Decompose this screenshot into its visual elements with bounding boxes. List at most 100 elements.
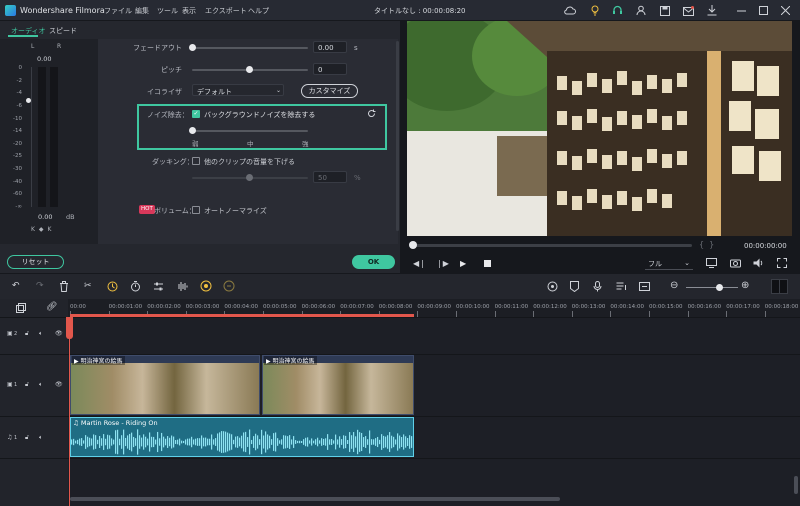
ducking-checkbox[interactable] — [192, 157, 200, 165]
fade-out-slider[interactable] — [192, 47, 308, 49]
volume-fader-knob[interactable] — [26, 98, 31, 103]
voiceover-list-icon[interactable] — [616, 281, 627, 294]
preview-progress-bar[interactable] — [412, 244, 692, 247]
playhead-handle[interactable] — [66, 317, 73, 339]
menu-help[interactable]: ヘルプ — [248, 6, 269, 16]
waveform-bar — [259, 439, 261, 445]
prev-frame-icon[interactable]: ◀❘ — [413, 259, 426, 268]
waveform-bar — [343, 435, 345, 449]
maximize-icon[interactable] — [757, 4, 770, 17]
microphone-icon[interactable] — [593, 281, 602, 294]
menu-tools[interactable]: ツール — [157, 6, 178, 16]
equalizer-select[interactable]: デフォルト — [192, 84, 284, 96]
preview-progress-knob[interactable] — [409, 241, 417, 249]
delete-icon[interactable] — [59, 281, 69, 294]
pitch-value[interactable]: 0 — [313, 63, 347, 75]
tab-speed[interactable]: スピード — [49, 26, 77, 36]
volume-fader-track[interactable] — [26, 67, 32, 207]
waveform-bar — [299, 440, 301, 444]
waveform-bar — [77, 439, 79, 445]
noise-removal-checkbox[interactable]: ✓ — [192, 110, 200, 118]
headset-icon[interactable] — [611, 4, 624, 17]
cloud-icon[interactable] — [563, 4, 576, 17]
noise-level-knob[interactable] — [189, 127, 196, 134]
marker-icon[interactable] — [570, 281, 579, 294]
audio-waveform-icon[interactable] — [176, 281, 188, 294]
timer-icon[interactable] — [130, 281, 141, 294]
close-icon[interactable] — [779, 4, 792, 17]
fade-out-slider-knob[interactable] — [189, 44, 196, 51]
audio-clip-title: ♫ Martin Rose - Riding On — [73, 419, 158, 427]
auto-normalize-checkbox[interactable] — [192, 206, 200, 214]
mark-in-out-icon[interactable]: { } — [699, 240, 714, 249]
download-icon[interactable] — [705, 4, 718, 17]
mail-icon[interactable] — [682, 4, 695, 17]
link-icon[interactable]: 🔗︎ — [46, 302, 57, 312]
timeline-layout-toggle[interactable] — [771, 279, 788, 294]
menu-export[interactable]: エクスポート — [205, 6, 247, 16]
mute-icon[interactable]: 🔈︎ — [39, 381, 43, 389]
cut-icon[interactable]: ✂ — [84, 281, 92, 291]
mute-icon[interactable]: 🔈︎ — [39, 434, 43, 442]
minimize-icon[interactable] — [735, 4, 748, 17]
menu-file[interactable]: ファイル — [104, 6, 132, 16]
play-icon[interactable]: ▶ — [460, 259, 466, 268]
undo-icon[interactable]: ↶ — [12, 281, 20, 291]
snapshot-frame-icon[interactable] — [639, 281, 650, 294]
ruler-label: 00:00:12:00 — [533, 304, 567, 310]
ducking-checkbox-label[interactable]: 他のクリップの音量を下げる — [204, 157, 295, 167]
waveform-bar — [93, 434, 95, 450]
reset-button[interactable]: リセット — [7, 255, 64, 269]
lock-icon[interactable]: 🔓︎ — [25, 434, 29, 442]
zoom-slider[interactable] — [686, 287, 738, 288]
auto-ripple-icon[interactable] — [223, 280, 235, 294]
waveform-bar — [203, 437, 205, 447]
noise-level-slider[interactable] — [192, 130, 308, 132]
account-icon[interactable] — [634, 4, 647, 17]
lock-icon[interactable]: 🔓︎ — [25, 330, 29, 338]
eye-icon[interactable]: 👁︎ — [55, 330, 63, 337]
waveform-bar — [253, 436, 255, 448]
zoom-out-icon[interactable]: ⊖ — [670, 280, 678, 291]
settings-scrollbar[interactable] — [396, 41, 399, 231]
render-preview-icon[interactable] — [706, 258, 717, 270]
customize-button[interactable]: カスタマイズ — [301, 84, 358, 98]
zoom-slider-knob[interactable] — [716, 284, 723, 291]
save-icon[interactable] — [658, 4, 671, 17]
mute-icon[interactable]: 🔈︎ — [39, 330, 43, 338]
adjust-icon[interactable] — [153, 281, 164, 294]
color-match-icon[interactable] — [200, 280, 212, 294]
menu-view[interactable]: 表示 — [182, 6, 196, 16]
volume-icon[interactable] — [753, 258, 764, 270]
reset-noise-icon[interactable] — [367, 109, 376, 120]
eye-icon[interactable]: 👁︎ — [55, 381, 63, 388]
waveform-bar — [209, 438, 211, 446]
ok-button[interactable]: OK — [352, 255, 395, 269]
speed-icon[interactable] — [107, 281, 118, 294]
pitch-slider-knob[interactable] — [246, 66, 253, 73]
zoom-in-icon[interactable]: ⊕ — [741, 280, 749, 291]
lightbulb-icon[interactable] — [588, 4, 601, 17]
noise-removal-checkbox-label[interactable]: バックグラウンドノイズを除去する — [204, 110, 315, 120]
quality-select[interactable]: フル ⌄ — [645, 257, 693, 270]
timeline-scrollbar[interactable] — [70, 497, 560, 501]
stop-icon[interactable] — [484, 260, 491, 267]
waveform-bar — [117, 429, 119, 455]
timeline-vertical-scrollbar[interactable] — [794, 476, 798, 494]
add-track-icon[interactable] — [16, 303, 26, 315]
menu-edit[interactable]: 編集 — [135, 6, 149, 16]
work-area-bar[interactable] — [70, 314, 414, 317]
render-icon[interactable] — [547, 281, 558, 294]
ducking-slider-knob[interactable] — [246, 174, 253, 181]
ruler-tick — [764, 311, 766, 317]
lock-icon[interactable]: 🔓︎ — [25, 381, 29, 389]
ducking-value[interactable]: 50 — [313, 171, 347, 183]
keyframe-nav[interactable]: K◆K — [31, 226, 55, 233]
playhead-line[interactable] — [69, 317, 70, 506]
next-frame-icon[interactable]: ❘▶ — [436, 259, 449, 268]
snapshot-icon[interactable] — [730, 258, 741, 270]
auto-normalize-label[interactable]: オートノーマライズ — [204, 206, 267, 216]
redo-icon[interactable]: ↷ — [36, 281, 44, 291]
fade-out-value[interactable]: 0.00 — [313, 41, 347, 53]
fullscreen-icon[interactable] — [777, 258, 787, 270]
